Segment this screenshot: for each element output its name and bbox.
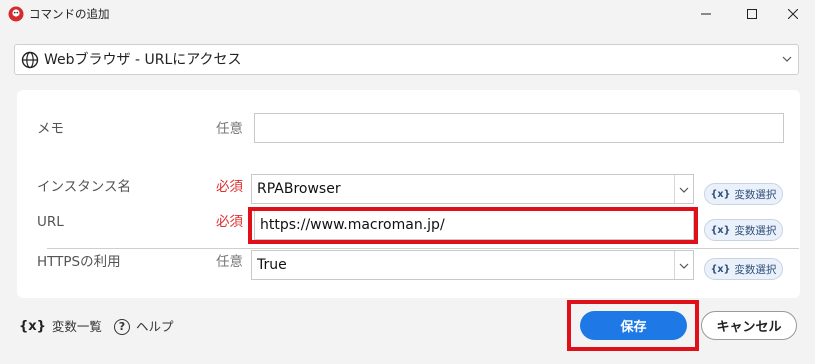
variable-list-link[interactable]: {x} 変数一覧 — [19, 318, 102, 336]
https-label: HTTPSの利用 — [37, 254, 121, 270]
maximize-icon — [747, 9, 757, 19]
minimize-button[interactable] — [684, 0, 728, 28]
memo-input[interactable] — [254, 113, 784, 143]
url-input[interactable]: https://www.macroman.jp/ — [254, 210, 694, 240]
form-panel: メモ 任意 インスタンス名 必須 RPABrowser {x} 変数選択 URL… — [17, 90, 800, 298]
instance-variable-button[interactable]: {x} 変数選択 — [704, 183, 783, 205]
instance-select[interactable]: RPABrowser — [251, 174, 694, 204]
variable-button-label: 変数選択 — [734, 224, 777, 237]
cancel-button[interactable]: キャンセル — [701, 311, 797, 340]
variable-icon: {x} — [710, 188, 731, 200]
url-label: URL — [37, 214, 64, 230]
https-select-value: True — [257, 257, 287, 273]
variable-icon: {x} — [710, 263, 731, 275]
instance-label: インスタンス名 — [37, 179, 131, 195]
url-requirement: 必須 — [216, 214, 243, 230]
dropdown-separator — [674, 175, 675, 203]
instance-requirement: 必須 — [216, 179, 243, 195]
variable-button-label: 変数選択 — [734, 263, 777, 276]
help-icon: ? — [114, 319, 130, 335]
app-logo-icon — [8, 6, 24, 22]
divider — [47, 248, 799, 249]
instance-select-value: RPABrowser — [257, 181, 341, 197]
title-bar: コマンドの追加 — [0, 0, 815, 28]
close-button[interactable] — [771, 0, 815, 28]
variable-button-label: 変数選択 — [734, 188, 777, 201]
maximize-button[interactable] — [730, 0, 774, 28]
memo-requirement: 任意 — [216, 121, 243, 137]
window-title: コマンドの追加 — [29, 7, 110, 21]
memo-label: メモ — [37, 121, 64, 137]
chevron-down-icon — [782, 56, 792, 62]
globe-icon — [21, 51, 39, 69]
variable-list-icon: {x} — [19, 319, 46, 334]
https-variable-button[interactable]: {x} 変数選択 — [704, 258, 783, 280]
variable-icon: {x} — [710, 224, 731, 236]
close-icon — [788, 9, 798, 19]
https-select[interactable]: True — [251, 250, 694, 280]
help-link[interactable]: ? ヘルプ — [114, 318, 174, 336]
save-button[interactable]: 保存 — [580, 311, 687, 340]
https-requirement: 任意 — [216, 254, 243, 270]
variable-list-label: 変数一覧 — [51, 319, 102, 334]
command-select-value: Webブラウザ - URLにアクセス — [44, 52, 242, 68]
command-select[interactable]: Webブラウザ - URLにアクセス — [14, 44, 799, 75]
help-label: ヘルプ — [136, 319, 174, 334]
chevron-down-icon — [679, 263, 689, 269]
dropdown-separator — [674, 251, 675, 279]
url-variable-button[interactable]: {x} 変数選択 — [704, 219, 783, 241]
chevron-down-icon — [679, 187, 689, 193]
minimize-icon — [701, 13, 711, 15]
